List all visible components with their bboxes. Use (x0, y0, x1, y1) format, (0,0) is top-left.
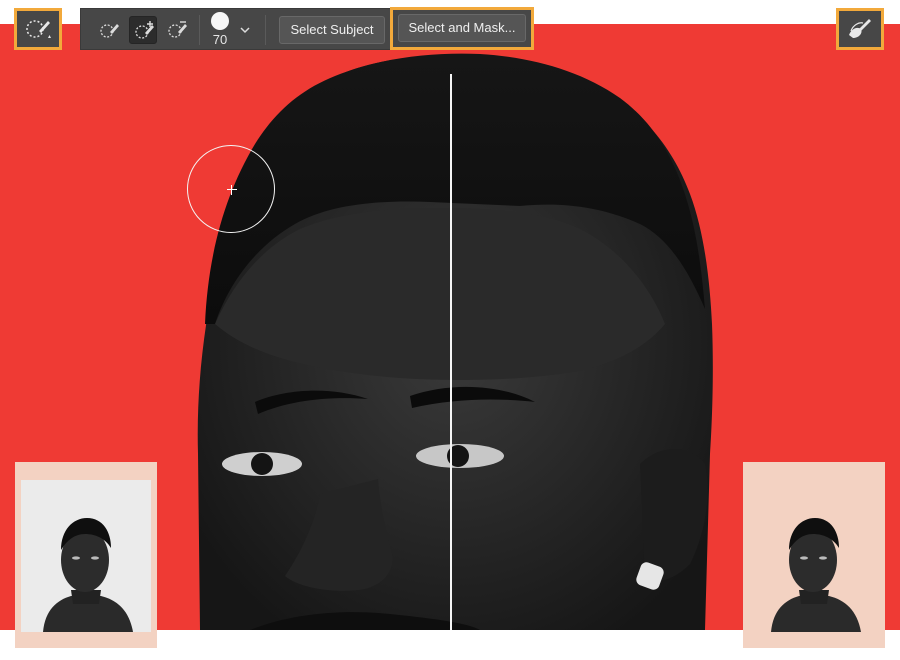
options-separator (199, 15, 200, 45)
refine-edge-tool-button[interactable] (836, 8, 884, 50)
refine-edge-brush-icon (849, 19, 871, 38)
quick-selection-brush-icon (26, 20, 51, 38)
new-selection-mode-button[interactable] (95, 16, 123, 44)
select-subject-button[interactable]: Select Subject (279, 16, 385, 44)
brush-cursor (187, 145, 275, 233)
select-and-mask-button[interactable]: Select and Mask... (398, 14, 526, 42)
thumbnail-original-photo (21, 480, 151, 632)
brush-preview-dot (211, 12, 229, 30)
select-and-mask-highlight: Select and Mask... (390, 7, 534, 50)
options-separator (265, 15, 266, 45)
new-selection-brush-icon (100, 24, 119, 38)
thumbnail-original (15, 462, 157, 648)
brush-size-value: 70 (212, 32, 228, 47)
subtract-from-selection-mode-button[interactable] (163, 16, 191, 44)
thumbnail-result (743, 462, 885, 648)
thumbnail-result-photo (749, 480, 879, 632)
add-to-selection-brush-icon (135, 21, 154, 39)
chevron-down-icon[interactable] (239, 25, 251, 35)
add-to-selection-mode-button[interactable] (129, 16, 157, 44)
quick-selection-tool-button[interactable] (14, 8, 62, 50)
split-divider-line (450, 74, 452, 630)
brush-size-picker[interactable]: 70 (205, 12, 235, 48)
subtract-from-selection-brush-icon (168, 21, 187, 38)
